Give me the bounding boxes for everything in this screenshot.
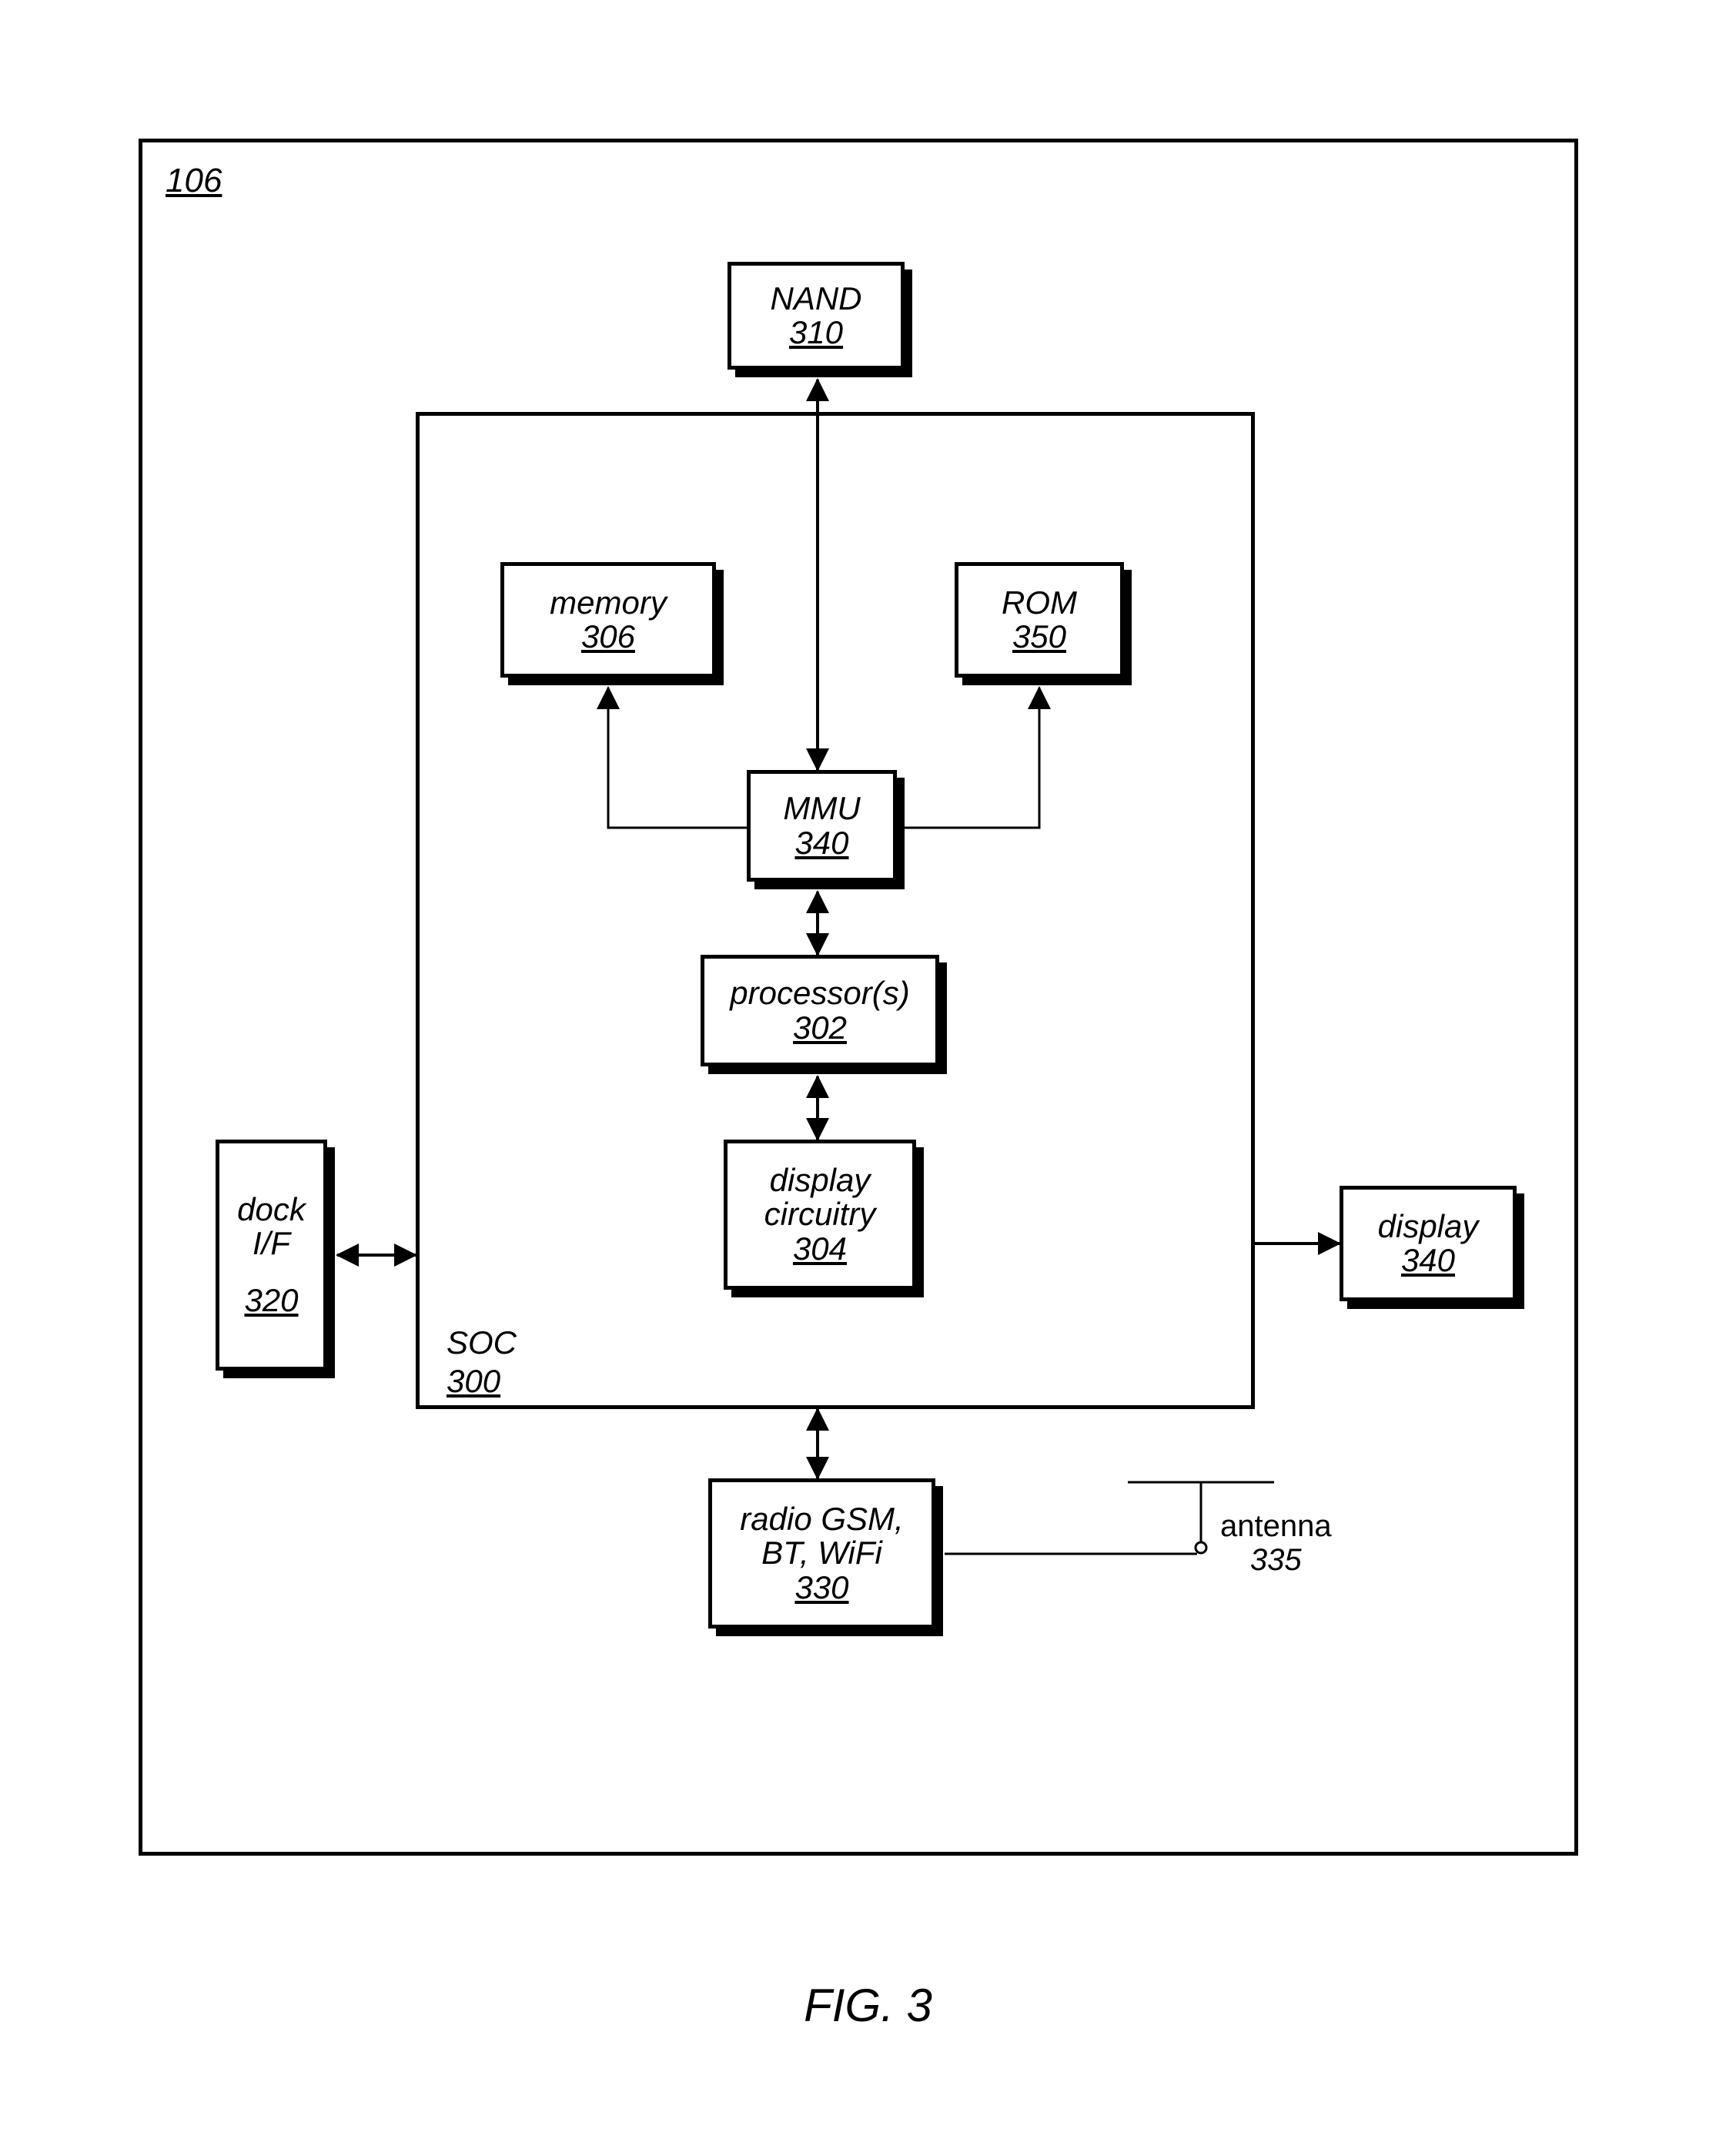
rom-ref: 350 xyxy=(1012,620,1066,654)
display-circuitry-block: display circuitry 304 xyxy=(724,1140,916,1290)
nand-label: NAND xyxy=(770,282,861,316)
radio-block: radio GSM, BT, WiFi 330 xyxy=(708,1478,935,1629)
rom-label: ROM xyxy=(1002,586,1077,620)
memory-block: memory 306 xyxy=(500,562,716,678)
processor-block: processor(s) 302 xyxy=(701,955,939,1066)
mmu-label: MMU xyxy=(783,792,860,825)
dock-label1: dock xyxy=(237,1193,306,1227)
display-circuitry-ref: 304 xyxy=(793,1232,847,1266)
container-ref: 106 xyxy=(166,162,222,200)
antenna-label: antenna 335 xyxy=(1220,1509,1332,1577)
mmu-ref: 340 xyxy=(794,826,848,860)
display-circuitry-label2: circuitry xyxy=(764,1197,876,1231)
radio-label1: radio GSM, xyxy=(740,1502,903,1536)
processor-label: processor(s) xyxy=(730,976,909,1010)
antenna-text: antenna xyxy=(1220,1509,1332,1543)
memory-ref: 306 xyxy=(581,620,635,654)
soc-ref: 300 xyxy=(447,1363,500,1400)
memory-label: memory xyxy=(550,586,667,620)
display-label: display xyxy=(1378,1210,1479,1244)
radio-ref: 330 xyxy=(794,1571,848,1605)
diagram-stage: 106 SOC 300 NAND 310 memory 306 ROM 350 … xyxy=(0,0,1736,2129)
soc-label: SOC xyxy=(447,1324,517,1361)
processor-ref: 302 xyxy=(793,1011,847,1045)
figure-caption: FIG. 3 xyxy=(0,1979,1736,2032)
antenna-ref: 335 xyxy=(1220,1543,1332,1577)
nand-ref: 310 xyxy=(789,316,843,350)
radio-label2: BT, WiFi xyxy=(761,1536,882,1570)
dock-ref: 320 xyxy=(244,1284,298,1317)
dock-label2: I/F xyxy=(253,1227,290,1260)
rom-block: ROM 350 xyxy=(955,562,1124,678)
display-circuitry-label1: display xyxy=(770,1163,871,1197)
nand-block: NAND 310 xyxy=(728,262,905,370)
display-block: display 340 xyxy=(1340,1186,1517,1301)
mmu-block: MMU 340 xyxy=(747,770,897,882)
dock-block: dock I/F 320 xyxy=(216,1140,327,1371)
display-ref: 340 xyxy=(1401,1244,1455,1277)
